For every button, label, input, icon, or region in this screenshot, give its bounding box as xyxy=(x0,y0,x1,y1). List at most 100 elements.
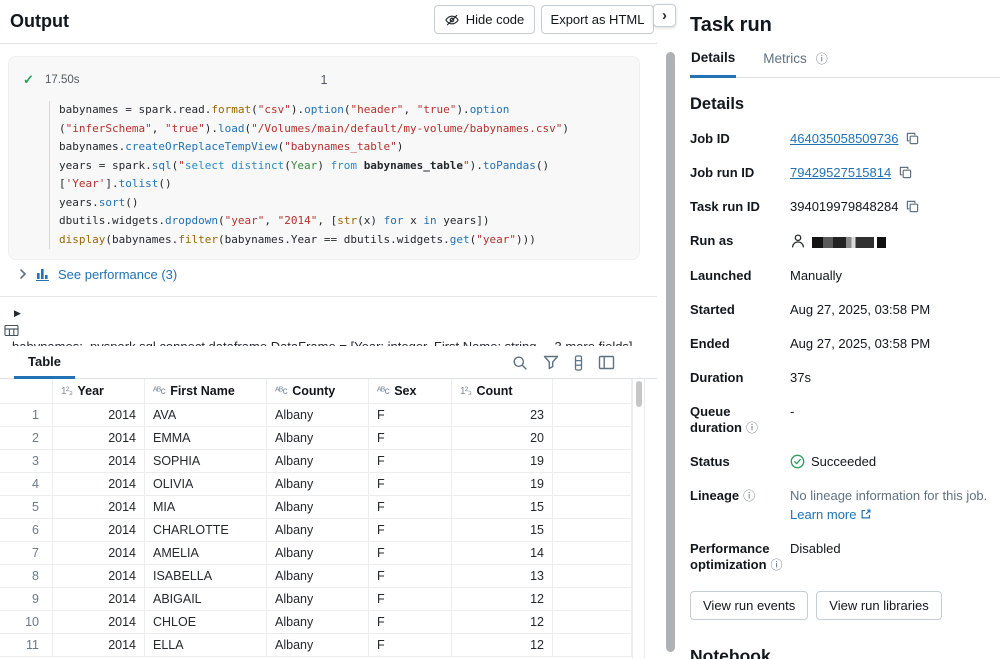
panel-scrollbar-thumb[interactable] xyxy=(666,52,675,652)
table-cell: ISABELLA xyxy=(145,565,267,587)
table-cell: 2014 xyxy=(53,404,145,426)
table-cell xyxy=(553,542,632,564)
details-heading: Details xyxy=(690,95,1000,114)
table-row[interactable]: 72014AMELIAAlbanyF14 xyxy=(0,542,632,565)
view-run-events-button[interactable]: View run events xyxy=(690,591,808,620)
table-cell: 2014 xyxy=(53,588,145,610)
copy-icon[interactable] xyxy=(906,132,919,145)
table-row[interactable]: 82014ISABELLAAlbanyF13 xyxy=(0,565,632,588)
table-scrollbar[interactable] xyxy=(632,379,645,659)
table-cell: AMELIA xyxy=(145,542,267,564)
see-performance-row[interactable]: See performance (3) xyxy=(18,263,177,285)
detail-text: Aug 27, 2025, 03:58 PM xyxy=(790,336,930,351)
detail-row: LaunchedManually xyxy=(690,268,1000,284)
table-cell: Albany xyxy=(267,473,369,495)
row-number: 10 xyxy=(0,611,53,633)
table-cell: 2014 xyxy=(53,565,145,587)
table-row[interactable]: 12014AVAAlbanyF23 xyxy=(0,404,632,427)
copy-icon[interactable] xyxy=(906,200,919,213)
table-row[interactable]: 102014CHLOEAlbanyF12 xyxy=(0,611,632,634)
learn-more-link[interactable]: Learn more xyxy=(790,507,856,522)
table-cell: EMMA xyxy=(145,427,267,449)
table-cell xyxy=(553,565,632,587)
column-label: First Name xyxy=(170,384,235,398)
redacted-username xyxy=(812,237,874,248)
table-scrollbar-thumb[interactable] xyxy=(636,381,642,407)
filter-icon[interactable] xyxy=(543,355,559,370)
column-header[interactable]: ᴬᴮᴄ First Name xyxy=(145,379,267,403)
detail-text: 37s xyxy=(790,370,811,385)
table-cell: Albany xyxy=(267,611,369,633)
table-row[interactable]: 22014EMMAAlbanyF20 xyxy=(0,427,632,450)
detail-value: 464035058509736 xyxy=(790,131,1000,147)
table-cell: F xyxy=(369,542,452,564)
row-number: 5 xyxy=(0,496,53,518)
detail-label: Status xyxy=(690,454,790,470)
search-icon[interactable] xyxy=(512,355,528,371)
table-row[interactable]: 32014SOPHIAAlbanyF19 xyxy=(0,450,632,473)
copy-icon[interactable] xyxy=(899,166,912,179)
row-number: 8 xyxy=(0,565,53,587)
info-icon[interactable]: ⓘ xyxy=(746,421,758,435)
bar-chart-icon xyxy=(36,268,50,281)
table-row[interactable]: 112014ELLAAlbanyF12 xyxy=(0,634,632,657)
column-header[interactable]: ᴬᴮᴄSex xyxy=(369,379,452,403)
export-html-button[interactable]: Export as HTML xyxy=(541,5,654,34)
expand-caret-icon[interactable]: ▶ xyxy=(14,308,21,318)
detail-value xyxy=(790,233,1000,250)
table-cell: 12 xyxy=(452,611,553,633)
column-label: Sex xyxy=(394,384,416,398)
see-performance-link[interactable]: See performance (3) xyxy=(58,267,177,282)
detail-row: StatusSucceeded xyxy=(690,454,1000,470)
side-panel-icon[interactable] xyxy=(598,355,615,370)
detail-text: 394019979848284 xyxy=(790,199,898,214)
table-cell: MIA xyxy=(145,496,267,518)
row-number: 7 xyxy=(0,542,53,564)
code-line: ['Year'].tolist() xyxy=(59,175,631,194)
detail-value: Succeeded xyxy=(790,454,1000,470)
detail-label: Started xyxy=(690,302,790,318)
collapse-panel-button[interactable]: › xyxy=(653,4,676,27)
tab-metrics[interactable]: Metrics ⓘ xyxy=(762,50,829,78)
table-cell: ELLA xyxy=(145,634,267,656)
row-density-icon[interactable] xyxy=(574,355,583,371)
table-cell: 23 xyxy=(452,404,553,426)
column-header[interactable]: 1²₃Count xyxy=(452,379,553,403)
table-row[interactable]: 92014ABIGAILAlbanyF12 xyxy=(0,588,632,611)
tab-details[interactable]: Details xyxy=(690,50,736,78)
table-cell: OLIVIA xyxy=(145,473,267,495)
task-run-output-page: Output Hide code Export as HTML › ✓ 17.5… xyxy=(0,0,1000,659)
table-cell: Albany xyxy=(267,427,369,449)
detail-text: - xyxy=(790,404,794,419)
info-icon[interactable]: ⓘ xyxy=(771,558,783,572)
table-cell: ABIGAIL xyxy=(145,588,267,610)
task-run-sidebar: Task run Details Metrics ⓘ Details Job I… xyxy=(679,0,1000,659)
column-header[interactable] xyxy=(0,379,53,403)
table-cell: F xyxy=(369,611,452,633)
column-header[interactable]: 1²₃Year xyxy=(53,379,145,403)
view-run-libraries-button[interactable]: View run libraries xyxy=(816,591,941,620)
info-icon[interactable]: ⓘ xyxy=(816,50,828,67)
table-row[interactable]: 42014OLIVIAAlbanyF19 xyxy=(0,473,632,496)
detail-text: No lineage information for this job. xyxy=(790,488,987,503)
column-type-icon: ᴬᴮᴄ xyxy=(153,386,165,397)
table-cell: 2014 xyxy=(53,496,145,518)
info-icon[interactable]: ⓘ xyxy=(743,489,755,503)
detail-label: Job ID xyxy=(690,131,790,147)
tab-table[interactable]: Table xyxy=(14,346,75,379)
column-header[interactable] xyxy=(553,379,632,403)
table-cell: F xyxy=(369,450,452,472)
table-row[interactable]: 62014CHARLOTTEAlbanyF15 xyxy=(0,519,632,542)
table-cell xyxy=(553,634,632,656)
table-cell: F xyxy=(369,427,452,449)
table-cell: 14 xyxy=(452,542,553,564)
notebook-cell: ✓ 17.50s 1 babynames = spark.read.format… xyxy=(8,56,640,260)
detail-link[interactable]: 464035058509736 xyxy=(790,131,898,146)
table-row[interactable]: 52014MIAAlbanyF15 xyxy=(0,496,632,519)
column-label: Year xyxy=(77,384,103,398)
hide-code-button[interactable]: Hide code xyxy=(434,5,535,34)
column-header[interactable]: ᴬᴮᴄCounty xyxy=(267,379,369,403)
detail-link[interactable]: 79429527515814 xyxy=(790,165,891,180)
code-line: dbutils.widgets.dropdown("year", "2014",… xyxy=(59,212,631,231)
detail-row: Job ID464035058509736 xyxy=(690,131,1000,147)
